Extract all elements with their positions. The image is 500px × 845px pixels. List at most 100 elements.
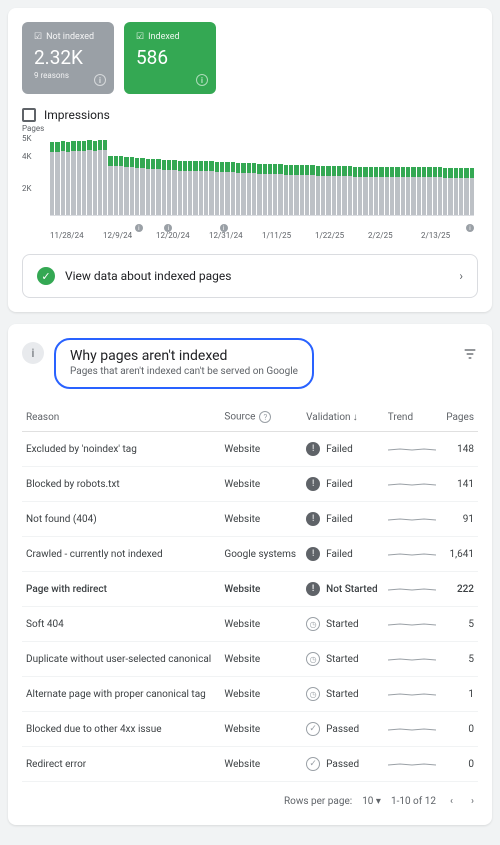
chart-bar[interactable] xyxy=(385,167,389,215)
chart-bar[interactable] xyxy=(268,164,272,215)
chart-bar[interactable] xyxy=(438,167,442,215)
chart-bar[interactable] xyxy=(263,164,267,215)
table-row[interactable]: Redirect errorWebsite✓Passed0 xyxy=(22,747,478,782)
chart-bar[interactable] xyxy=(225,162,229,215)
chart-bar[interactable] xyxy=(470,168,474,215)
prev-page-button[interactable]: ‹ xyxy=(446,792,457,811)
chart-bar[interactable] xyxy=(103,140,107,215)
chart-bar[interactable] xyxy=(87,140,91,215)
chart-bar[interactable] xyxy=(459,168,463,215)
filter-icon[interactable] xyxy=(462,338,478,365)
chart-bar[interactable] xyxy=(178,161,182,215)
checkbox-icon[interactable] xyxy=(22,108,36,122)
chart-bar[interactable] xyxy=(146,159,150,215)
chart-bar[interactable] xyxy=(241,163,245,215)
chart-bar[interactable] xyxy=(188,161,192,215)
chart-bar[interactable] xyxy=(119,156,123,215)
col-trend[interactable]: Trend xyxy=(384,403,442,432)
chart-bar[interactable] xyxy=(220,162,224,215)
chart-bar[interactable] xyxy=(417,167,421,215)
chart-bar[interactable] xyxy=(422,167,426,215)
chart-bar[interactable] xyxy=(443,168,447,215)
next-page-button[interactable]: › xyxy=(467,792,478,811)
help-icon[interactable]: ? xyxy=(259,411,271,423)
chart-bar[interactable] xyxy=(310,165,314,215)
chart-bar[interactable] xyxy=(348,166,352,215)
chart-bar[interactable] xyxy=(55,142,59,215)
chart-bar[interactable] xyxy=(82,141,86,215)
chart-bar[interactable] xyxy=(193,161,197,215)
chart-bar[interactable] xyxy=(209,161,213,215)
table-row[interactable]: Not found (404)Website!Failed91 xyxy=(22,502,478,537)
table-row[interactable]: Duplicate without user-selected canonica… xyxy=(22,642,478,677)
table-row[interactable]: Blocked by robots.txtWebsite!Failed141 xyxy=(22,467,478,502)
chart-bar[interactable] xyxy=(124,157,128,215)
chart-bar[interactable] xyxy=(464,168,468,215)
chart-bar[interactable] xyxy=(316,166,320,215)
chart-bar[interactable] xyxy=(247,163,251,215)
chart-bar[interactable] xyxy=(140,158,144,215)
view-indexed-link[interactable]: ✓ View data about indexed pages › xyxy=(22,254,478,298)
not-indexed-card[interactable]: ☑Not indexed 2.32K 9 reasons i xyxy=(22,22,114,94)
impressions-toggle[interactable]: Impressions xyxy=(22,108,478,122)
chart-bar[interactable] xyxy=(321,166,325,215)
chart-bar[interactable] xyxy=(448,168,452,215)
chart-bar[interactable] xyxy=(305,165,309,215)
chart-bar[interactable] xyxy=(326,166,330,215)
chart-bar[interactable] xyxy=(135,158,139,215)
table-row[interactable]: Excluded by 'noindex' tagWebsite!Failed1… xyxy=(22,432,478,467)
table-row[interactable]: Blocked due to other 4xx issueWebsite✓Pa… xyxy=(22,712,478,747)
chart-bar[interactable] xyxy=(278,164,282,215)
chart-bar[interactable] xyxy=(395,167,399,215)
chart-bar[interactable] xyxy=(50,142,54,215)
indexed-card[interactable]: ☑Indexed 586 i xyxy=(124,22,216,94)
chart-bar[interactable] xyxy=(236,163,240,215)
chart-bar[interactable] xyxy=(300,165,304,215)
chart-bar[interactable] xyxy=(379,167,383,215)
chart-bar[interactable] xyxy=(433,167,437,215)
chart-bar[interactable] xyxy=(363,167,367,215)
chart-bar[interactable] xyxy=(337,166,341,215)
chart-bar[interactable] xyxy=(284,165,288,215)
chart-bar[interactable] xyxy=(77,141,81,215)
col-validation[interactable]: Validation↓ xyxy=(302,403,384,432)
chart-bar[interactable] xyxy=(167,160,171,215)
chart-bar[interactable] xyxy=(252,163,256,215)
chart-bar[interactable] xyxy=(114,156,118,216)
chart-bar[interactable] xyxy=(162,160,166,215)
chart-bar[interactable] xyxy=(215,162,219,215)
chart-bar[interactable] xyxy=(204,161,208,215)
chart-bar[interactable] xyxy=(156,159,160,215)
col-pages[interactable]: Pages xyxy=(441,403,478,432)
chart-bar[interactable] xyxy=(342,166,346,215)
chart-bar[interactable] xyxy=(289,165,293,215)
info-icon[interactable]: i xyxy=(94,74,106,86)
table-row[interactable]: Page with redirectWebsite!Not Started222 xyxy=(22,572,478,607)
chart-bar[interactable] xyxy=(454,168,458,215)
table-row[interactable]: Alternate page with proper canonical tag… xyxy=(22,677,478,712)
chart-bar[interactable] xyxy=(411,167,415,215)
chart-bar[interactable] xyxy=(199,161,203,215)
chart-bar[interactable] xyxy=(401,167,405,215)
chart-bar[interactable] xyxy=(374,167,378,215)
chart-bar[interactable] xyxy=(353,167,357,215)
chart-bar[interactable] xyxy=(130,157,134,215)
col-source[interactable]: Source? xyxy=(220,403,302,432)
chart-bar[interactable] xyxy=(406,167,410,215)
chart-bar[interactable] xyxy=(257,164,261,215)
chart-bar[interactable] xyxy=(273,164,277,215)
info-icon[interactable]: i xyxy=(22,342,44,364)
chart-bar[interactable] xyxy=(61,141,65,215)
chart-bar[interactable] xyxy=(172,160,176,215)
col-reason[interactable]: Reason xyxy=(22,403,220,432)
chart-bar[interactable] xyxy=(183,161,187,215)
table-row[interactable]: Soft 404Website◷Started5 xyxy=(22,607,478,642)
chart-bar[interactable] xyxy=(332,166,336,215)
rpp-select[interactable]: 10 ▾ xyxy=(362,796,381,807)
table-row[interactable]: Crawled - currently not indexedGoogle sy… xyxy=(22,537,478,572)
chart-bar[interactable] xyxy=(231,162,235,215)
chart-bar[interactable] xyxy=(66,142,70,215)
chart-bar[interactable] xyxy=(71,141,75,215)
chart-bar[interactable] xyxy=(427,167,431,215)
chart-bar[interactable] xyxy=(294,165,298,215)
